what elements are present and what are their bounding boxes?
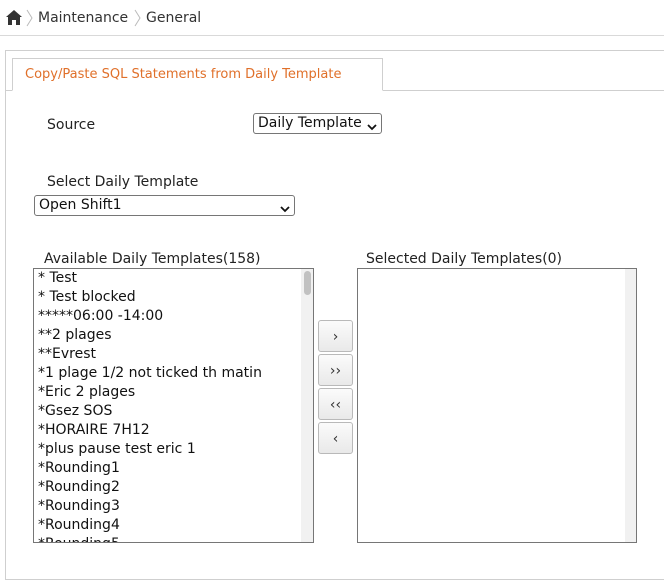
select-template-label: Select Daily Template [47,174,199,190]
list-item[interactable]: *1 plage 1/2 not ticked th matin [34,364,313,383]
available-templates-label: Available Daily Templates(158) [44,251,261,267]
list-item[interactable]: **2 plages [34,326,313,345]
selected-templates-label: Selected Daily Templates(0) [366,251,563,267]
tab-copy-paste-sql[interactable]: Copy/Paste SQL Statements from Daily Tem… [12,58,383,91]
list-item[interactable]: *Eric 2 plages [34,383,313,402]
move-all-right-button[interactable]: ›› [318,354,353,386]
list-item[interactable]: *Rounding5 [34,535,313,542]
available-templates-list[interactable]: * Test * Test blocked *****06:00 -14:00 … [33,268,314,543]
source-select[interactable]: Daily Template [253,113,382,134]
list-item[interactable]: *Rounding3 [34,497,313,516]
list-item[interactable]: *Rounding1 [34,459,313,478]
breadcrumb-item-maintenance[interactable]: Maintenance [38,9,128,27]
list-item[interactable]: *****06:00 -14:00 [34,307,313,326]
selected-templates-list[interactable] [357,268,637,543]
daily-template-select[interactable]: Open Shift1 [34,195,295,216]
list-item[interactable]: * Test blocked [34,288,313,307]
list-item[interactable]: *Rounding2 [34,478,313,497]
daily-template-select-value: Open Shift1 [39,197,122,213]
list-item[interactable]: *plus pause test eric 1 [34,440,313,459]
home-icon[interactable] [5,9,23,26]
move-all-left-button[interactable]: ‹‹ [318,388,353,420]
source-label: Source [47,117,96,133]
selected-list-scrollbar[interactable] [625,269,636,542]
available-list-scrollbar[interactable] [301,269,313,542]
move-one-left-button[interactable]: ‹ [318,422,353,454]
breadcrumb-separator-icon [134,8,142,28]
scrollbar-thumb[interactable] [304,271,311,295]
move-one-right-button[interactable]: › [318,320,353,352]
chevron-down-icon [280,201,290,213]
chevron-down-icon [367,119,377,131]
breadcrumb-item-general[interactable]: General [146,9,201,27]
list-item[interactable]: * Test [34,269,313,288]
breadcrumb: Maintenance General [0,0,664,36]
tab-divider [382,90,664,91]
list-item[interactable]: *HORAIRE 7H12 [34,421,313,440]
list-item[interactable]: *Rounding4 [34,516,313,535]
list-item[interactable]: *Gsez SOS [34,402,313,421]
source-select-value: Daily Template [258,115,362,131]
list-item[interactable]: **Evrest [34,345,313,364]
breadcrumb-separator-icon [26,8,34,28]
